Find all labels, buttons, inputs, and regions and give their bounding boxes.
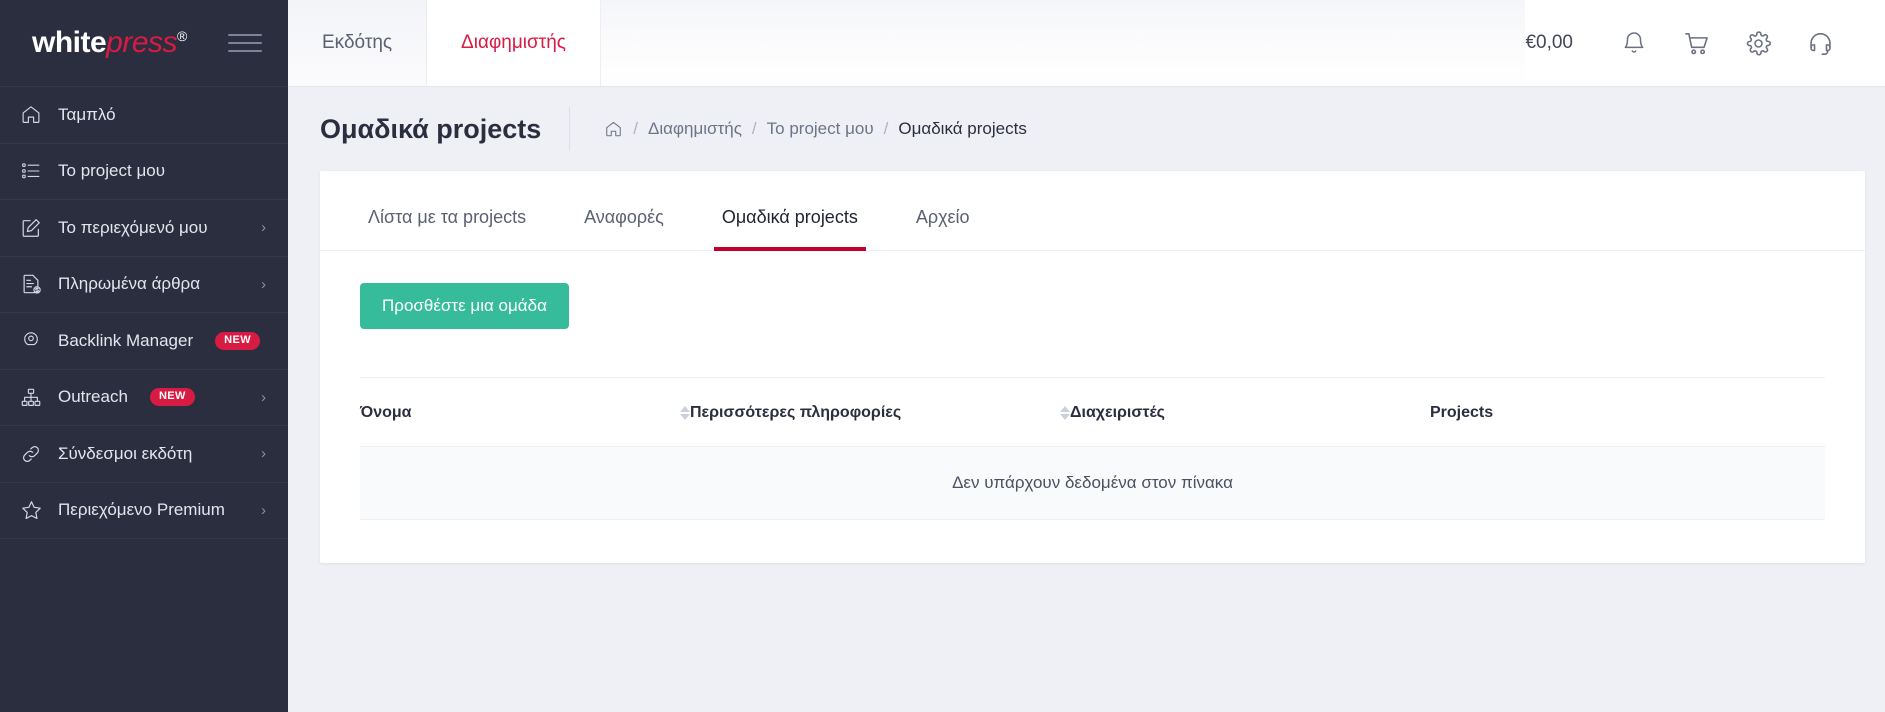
topbar-spacer <box>600 0 1526 86</box>
main-area: Εκδότης Διαφημιστής €0,00 Ομαδικά projec… <box>288 0 1885 712</box>
badge-new: NEW <box>215 331 260 350</box>
page-title: Ομαδικά projects <box>320 113 542 144</box>
breadcrumb-separator: / <box>751 119 757 138</box>
breadcrumb-item-my-project[interactable]: Το project μου <box>767 119 874 139</box>
sidebar-item-my-project[interactable]: Το project μου <box>0 144 288 200</box>
breadcrumb: / Διαφημιστής / Το project μου / Ομαδικά… <box>604 119 1027 139</box>
card-body: Προσθέστε μια ομάδα Όνομα Περισσότερες π… <box>320 251 1865 520</box>
tab-group-projects[interactable]: Ομαδικά projects <box>713 207 866 251</box>
sidebar-brand-row: whitepress® <box>0 0 288 87</box>
sidebar-item-label: Περιεχόμενο Premium <box>58 500 225 520</box>
link-icon <box>18 442 44 466</box>
content-tabs: Λίστα με τα projects Αναφορές Ομαδικά pr… <box>320 171 1865 251</box>
page-header: Ομαδικά projects / Διαφημιστής / Το proj… <box>288 87 1885 171</box>
backlink-icon <box>18 329 44 353</box>
sidebar-item-label: Backlink Manager <box>58 330 194 350</box>
table-empty-row: Δεν υπάρχουν δεδομένα στον πίνακα <box>360 446 1825 520</box>
star-icon <box>18 498 44 522</box>
cart-icon[interactable] <box>1665 0 1727 87</box>
column-header-name[interactable]: Όνομα <box>360 378 690 447</box>
sidebar-item-outreach[interactable]: Outreach NEW › <box>0 370 288 426</box>
sidebar-item-my-content[interactable]: Το περιεχόμενό μου › <box>0 200 288 257</box>
column-label: Διαχειριστές <box>1070 404 1165 421</box>
logo-part-press: press <box>106 26 178 59</box>
table-body: Δεν υπάρχουν δεδομένα στον πίνακα <box>360 446 1825 520</box>
bell-icon[interactable] <box>1603 0 1665 87</box>
app-root: whitepress® Ταμπλό Το project μου Το περ… <box>0 0 1885 712</box>
sidebar-item-premium-content[interactable]: Περιεχόμενο Premium › <box>0 483 288 539</box>
sidebar-item-label: Σύνδεσμοι εκδότη <box>58 443 193 463</box>
chevron-right-icon: › <box>261 275 266 293</box>
list-icon <box>18 159 44 183</box>
column-header-administrators: Διαχειριστές <box>1070 378 1430 447</box>
chevron-right-icon: › <box>261 445 266 463</box>
sidebar: whitepress® Ταμπλό Το project μου Το περ… <box>0 0 288 712</box>
sidebar-item-backlink-manager[interactable]: Backlink Manager NEW <box>0 313 288 370</box>
sidebar-item-dashboard[interactable]: Ταμπλό <box>0 87 288 144</box>
tab-projects-list[interactable]: Λίστα με τα projects <box>360 207 534 250</box>
sidebar-item-label: Το περιεχόμενό μου <box>58 217 208 237</box>
sidebar-item-label: Ταμπλό <box>58 104 116 124</box>
table-header-row: Όνομα Περισσότερες πληροφορίες Διαχειρισ… <box>360 378 1825 447</box>
sort-icon[interactable] <box>666 406 690 420</box>
hamburger-menu-icon[interactable] <box>228 34 262 52</box>
sidebar-item-publisher-links[interactable]: Σύνδεσμοι εκδότη › <box>0 426 288 483</box>
tab-reports[interactable]: Αναφορές <box>576 207 672 250</box>
role-tab-advertiser[interactable]: Διαφημιστής <box>427 0 601 86</box>
role-tab-publisher[interactable]: Εκδότης <box>288 0 428 86</box>
sidebar-item-label: Το project μου <box>58 161 165 181</box>
breadcrumb-home-icon[interactable] <box>604 120 623 138</box>
chevron-right-icon: › <box>261 388 266 406</box>
topbar: Εκδότης Διαφημιστής €0,00 <box>288 0 1885 87</box>
home-icon <box>18 103 44 127</box>
sidebar-item-label: Outreach <box>58 387 128 407</box>
role-tabs: Εκδότης Διαφημιστής <box>288 0 601 86</box>
table-empty-message: Δεν υπάρχουν δεδομένα στον πίνακα <box>360 446 1825 520</box>
table-head: Όνομα Περισσότερες πληροφορίες Διαχειρισ… <box>360 378 1825 447</box>
sidebar-item-paid-articles[interactable]: Πληρωμένα άρθρα › <box>0 257 288 313</box>
edit-document-icon <box>18 216 44 240</box>
breadcrumb-item-current: Ομαδικά projects <box>898 119 1027 138</box>
column-header-projects: Projects <box>1430 378 1825 447</box>
whitepress-logo[interactable]: whitepress® <box>32 26 187 60</box>
breadcrumb-item-advertiser[interactable]: Διαφημιστής <box>648 119 742 139</box>
breadcrumb-separator: / <box>633 119 639 138</box>
add-group-button[interactable]: Προσθέστε μια ομάδα <box>360 283 569 329</box>
paid-article-icon <box>18 272 44 296</box>
chevron-right-icon: › <box>261 219 266 237</box>
column-label: Projects <box>1430 404 1494 421</box>
logo-registered-mark: ® <box>177 28 187 44</box>
tab-archive[interactable]: Αρχείο <box>908 207 978 250</box>
header-divider <box>569 107 571 151</box>
gear-icon[interactable] <box>1727 0 1789 87</box>
column-header-more-info[interactable]: Περισσότερες πληροφορίες <box>690 378 1070 447</box>
account-balance: €0,00 <box>1525 32 1573 53</box>
content-card: Λίστα με τα projects Αναφορές Ομαδικά pr… <box>320 171 1865 563</box>
sort-icon[interactable] <box>1046 406 1070 420</box>
chevron-right-icon: › <box>261 501 266 519</box>
headset-icon[interactable] <box>1789 0 1851 87</box>
sidebar-item-label: Πληρωμένα άρθρα <box>58 274 201 294</box>
breadcrumb-separator: / <box>883 119 889 138</box>
sitemap-icon <box>18 385 44 409</box>
topbar-actions: €0,00 <box>1525 0 1885 86</box>
logo-part-white: white <box>32 26 107 59</box>
sidebar-nav: Ταμπλό Το project μου Το περιεχόμενό μου… <box>0 87 288 539</box>
column-label: Όνομα <box>360 404 412 421</box>
badge-new: NEW <box>149 388 195 407</box>
group-projects-table: Όνομα Περισσότερες πληροφορίες Διαχειρισ… <box>360 378 1825 520</box>
column-label: Περισσότερες πληροφορίες <box>690 404 902 421</box>
